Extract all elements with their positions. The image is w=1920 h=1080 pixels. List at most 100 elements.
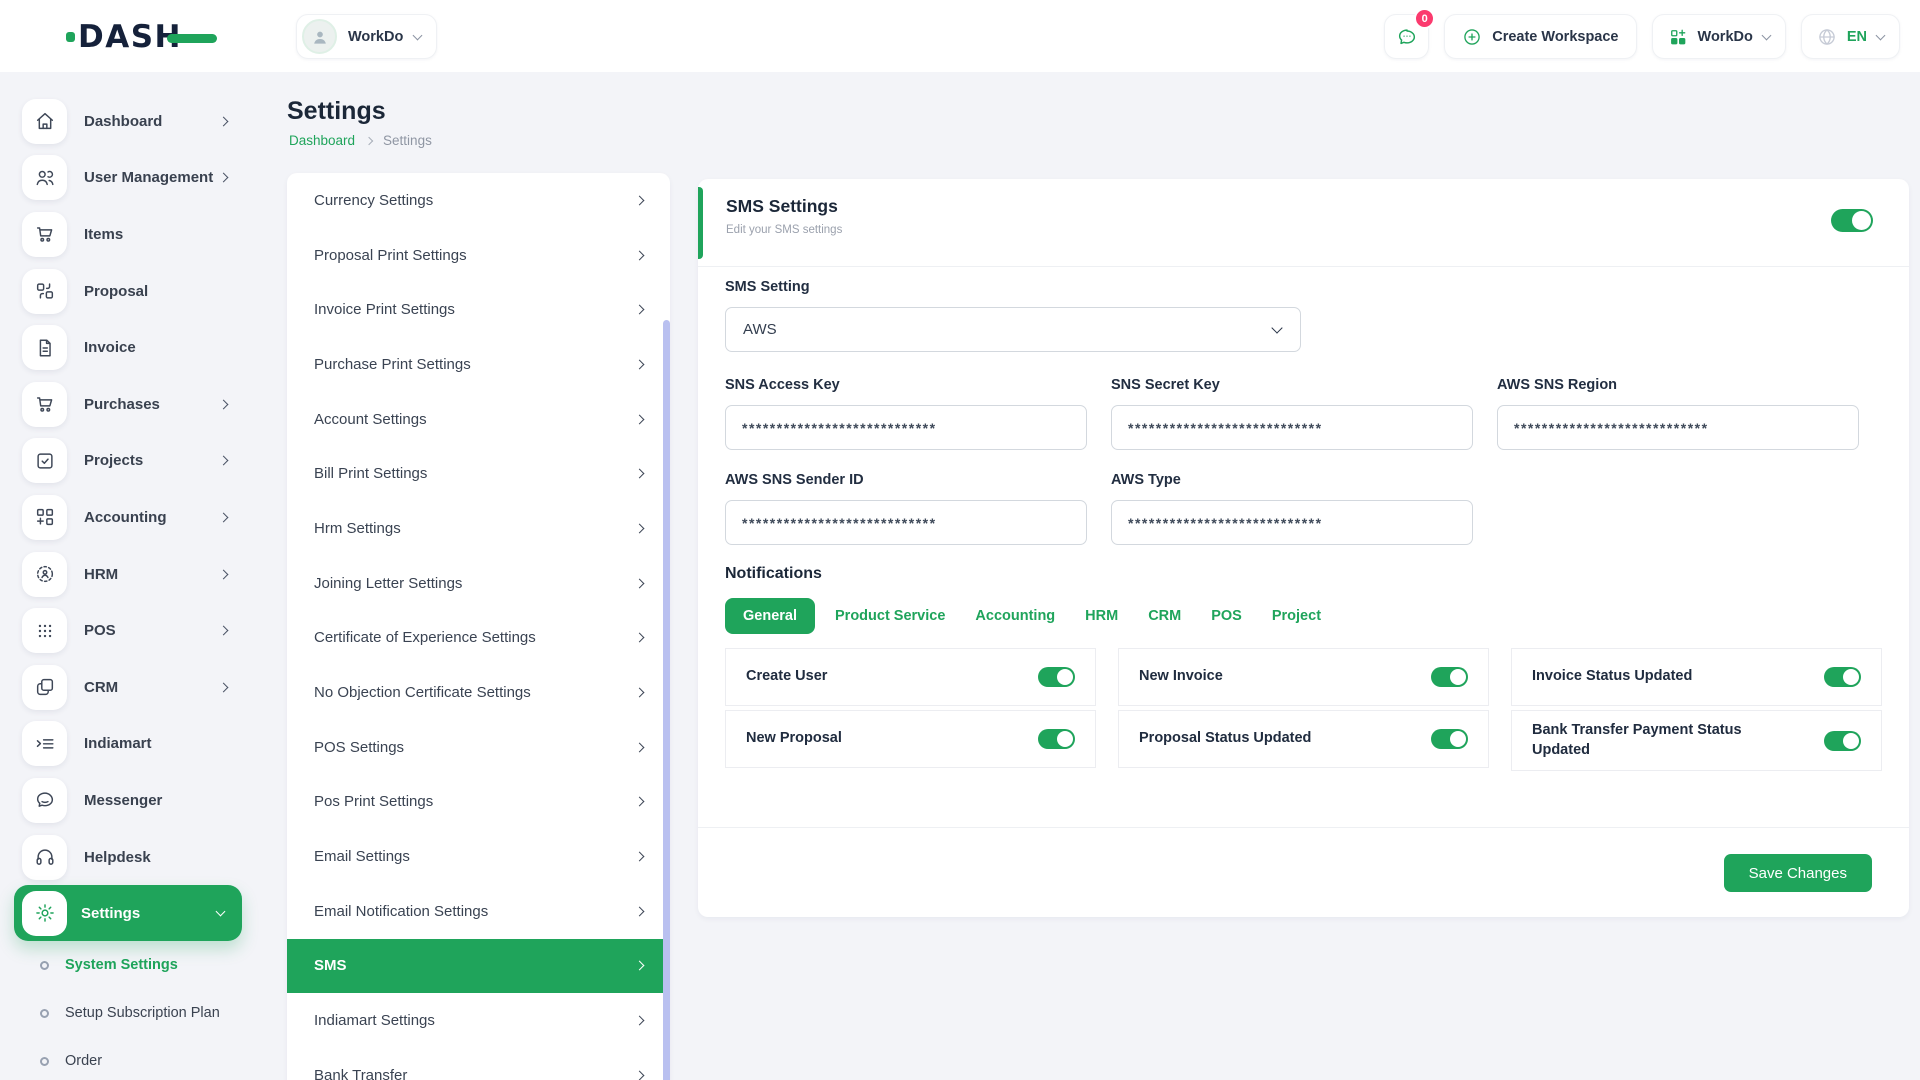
aws-type-input[interactable] — [1111, 500, 1473, 545]
sidebar-item-pos[interactable]: POS — [0, 602, 260, 659]
chevron-right-icon — [635, 195, 645, 205]
settings-menu-item-proposal-print[interactable]: Proposal Print Settings — [287, 228, 670, 283]
notification-badge: 0 — [1414, 8, 1435, 29]
chevron-right-icon — [635, 1016, 645, 1026]
breadcrumb-dashboard-link[interactable]: Dashboard — [289, 133, 355, 148]
tab-accounting[interactable]: Accounting — [960, 598, 1070, 634]
sidebar-subitem-order[interactable]: Order — [0, 1037, 260, 1080]
settings-menu-item-invoice-print[interactable]: Invoice Print Settings — [287, 282, 670, 337]
language-selector[interactable]: EN — [1801, 14, 1900, 59]
chevron-right-icon — [635, 961, 645, 971]
tab-pos[interactable]: POS — [1196, 598, 1257, 634]
chevron-right-icon — [635, 414, 645, 424]
save-changes-button[interactable]: Save Changes — [1724, 854, 1872, 892]
sidebar-item-hrm[interactable]: HRM — [0, 546, 260, 603]
settings-menu: Currency Settings Proposal Print Setting… — [287, 173, 670, 1080]
sidebar-item-crm[interactable]: CRM — [0, 659, 260, 716]
sidebar-subitem-setup-subscription-plan[interactable]: Setup Subscription Plan — [0, 989, 260, 1037]
settings-menu-item-pos[interactable]: POS Settings — [287, 720, 670, 775]
aws-sns-region-label: AWS SNS Region — [1497, 377, 1859, 393]
person-dashed-circle-icon — [34, 563, 56, 585]
settings-menu-item-account[interactable]: Account Settings — [287, 392, 670, 447]
sidebar-item-messenger[interactable]: Messenger — [0, 772, 260, 829]
sidebar-item-projects[interactable]: Projects — [0, 433, 260, 490]
settings-menu-item-email-notification[interactable]: Email Notification Settings — [287, 884, 670, 939]
proposal-status-updated-toggle[interactable] — [1431, 729, 1468, 749]
toggle-row-invoice-status-updated: Invoice Status Updated — [1511, 648, 1882, 706]
accent-bar — [698, 187, 703, 259]
create-workspace-label: Create Workspace — [1492, 29, 1618, 45]
aws-sns-region-input[interactable] — [1497, 405, 1859, 450]
tab-hrm[interactable]: HRM — [1070, 598, 1133, 634]
settings-menu-item-indiamart[interactable]: Indiamart Settings — [287, 993, 670, 1048]
chevron-right-icon — [635, 852, 645, 862]
home-icon — [34, 110, 56, 132]
sidebar-item-helpdesk[interactable]: Helpdesk — [0, 829, 260, 886]
new-proposal-toggle[interactable] — [1038, 729, 1075, 749]
notifications-heading: Notifications — [725, 565, 1882, 583]
sidebar-item-user-management[interactable]: User Management — [0, 150, 260, 207]
settings-menu-item-bill-print[interactable]: Bill Print Settings — [287, 446, 670, 501]
sidebar-item-proposal[interactable]: Proposal — [0, 263, 260, 320]
users-icon — [34, 167, 56, 189]
sms-setting-value: AWS — [743, 321, 777, 338]
sidebar-item-accounting[interactable]: Accounting — [0, 489, 260, 546]
workspace-switcher[interactable]: WorkDo — [296, 14, 437, 59]
sidebar-item-items[interactable]: Items — [0, 206, 260, 263]
chevron-right-icon — [635, 1070, 645, 1080]
tab-crm[interactable]: CRM — [1133, 598, 1196, 634]
chevron-right-icon — [219, 173, 229, 183]
circle-icon — [40, 1057, 49, 1066]
sidebar-item-invoice[interactable]: Invoice — [0, 319, 260, 376]
sidebar-item-purchases[interactable]: Purchases — [0, 376, 260, 433]
settings-menu-item-purchase-print[interactable]: Purchase Print Settings — [287, 337, 670, 392]
gear-icon — [34, 902, 56, 924]
messages-button[interactable]: 0 — [1384, 14, 1429, 59]
grid-plus-icon — [34, 506, 56, 528]
chevron-right-icon — [219, 626, 229, 636]
chevron-down-icon — [413, 30, 423, 40]
settings-menu-item-email[interactable]: Email Settings — [287, 829, 670, 884]
settings-menu-item-pos-print[interactable]: Pos Print Settings — [287, 775, 670, 830]
chevron-down-icon — [1271, 322, 1282, 333]
invoice-status-updated-toggle[interactable] — [1824, 667, 1861, 687]
panel-subtitle: Edit your SMS settings — [726, 224, 1909, 236]
sidebar-item-dashboard[interactable]: Dashboard — [0, 93, 260, 150]
tab-project[interactable]: Project — [1257, 598, 1336, 634]
settings-menu-item-sms[interactable]: SMS — [287, 939, 670, 994]
settings-menu-item-joining-letter[interactable]: Joining Letter Settings — [287, 556, 670, 611]
bank-transfer-payment-toggle[interactable] — [1824, 731, 1861, 751]
settings-menu-item-currency[interactable]: Currency Settings — [287, 173, 670, 228]
dots-grid-icon — [34, 620, 56, 642]
logo-dash-bar — [167, 34, 217, 43]
sms-enabled-toggle[interactable] — [1831, 209, 1873, 232]
app-switcher-label: WorkDo — [1698, 29, 1753, 45]
toggle-row-create-user: Create User — [725, 648, 1096, 706]
panel-footer: Save Changes — [698, 827, 1909, 917]
create-workspace-button[interactable]: Create Workspace — [1444, 14, 1636, 59]
globe-icon — [1817, 27, 1837, 47]
brand-logo[interactable]: DASH — [66, 17, 217, 57]
create-user-toggle[interactable] — [1038, 667, 1075, 687]
settings-menu-item-hrm[interactable]: Hrm Settings — [287, 501, 670, 556]
aws-sns-sender-id-input[interactable] — [725, 500, 1087, 545]
breadcrumb: Dashboard Settings — [289, 133, 432, 148]
toggle-row-bank-transfer-payment: Bank Transfer Payment Status Updated — [1511, 710, 1882, 771]
scrollbar[interactable] — [663, 320, 670, 1080]
settings-menu-item-no-objection[interactable]: No Objection Certificate Settings — [287, 665, 670, 720]
settings-menu-item-bank-transfer[interactable]: Bank Transfer — [287, 1048, 670, 1080]
settings-menu-item-certificate-experience[interactable]: Certificate of Experience Settings — [287, 611, 670, 666]
sms-setting-select[interactable]: AWS — [725, 307, 1301, 352]
sns-access-key-input[interactable] — [725, 405, 1087, 450]
workspace-name: WorkDo — [348, 29, 403, 45]
toggle-row-proposal-status-updated: Proposal Status Updated — [1118, 710, 1489, 768]
tab-product-service[interactable]: Product Service — [820, 598, 960, 634]
sns-secret-key-input[interactable] — [1111, 405, 1473, 450]
tab-general[interactable]: General — [725, 598, 815, 634]
sidebar-subitem-system-settings[interactable]: System Settings — [0, 941, 260, 989]
circle-icon — [40, 961, 49, 970]
sidebar-item-indiamart[interactable]: Indiamart — [0, 716, 260, 773]
app-switcher[interactable]: WorkDo — [1652, 14, 1786, 59]
new-invoice-toggle[interactable] — [1431, 667, 1468, 687]
sidebar-item-settings[interactable]: Settings — [14, 885, 242, 941]
